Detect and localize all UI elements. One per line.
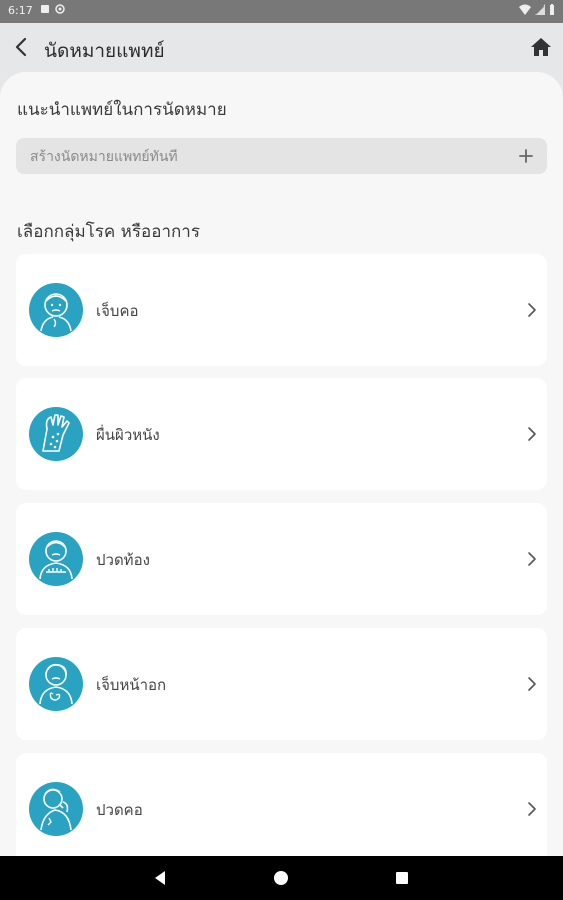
status-bar: 6:17 [0,0,563,23]
back-arrow-icon[interactable] [10,35,34,59]
symptom-label: ปวดท้อง [96,551,150,569]
wifi-icon [519,4,531,15]
symptom-item-chest-pain[interactable]: เจ็บหน้าอก [16,628,547,740]
chevron-right-icon [528,552,536,566]
symptom-item-skin-rash[interactable]: ผื่นผิวหนัง [16,378,547,490]
content-sheet: แนะนำแพทย์ในการนัดหมาย เลือกกลุ่มโรค หรื… [0,72,563,856]
plus-icon[interactable] [517,147,535,165]
create-appointment-field[interactable] [16,138,547,176]
sore-throat-icon [29,283,83,337]
status-system-icons [519,4,555,15]
symptom-item-stomach-ache[interactable]: ปวดท้อง [16,503,547,615]
nav-home-icon[interactable] [271,868,291,888]
symptom-label: ปวดคอ [96,801,143,819]
system-navigation-bar [0,856,563,900]
signal-icon [535,4,545,15]
chevron-right-icon [528,802,536,816]
notification-icon [41,5,49,13]
nav-recents-icon[interactable] [392,868,412,888]
sync-icon [55,4,65,14]
status-time: 6:17 [8,4,33,17]
nav-back-icon[interactable] [150,868,170,888]
chevron-right-icon [528,303,536,317]
app-bar: นัดหมายแพทย์ [0,23,563,73]
symptom-label: ผื่นผิวหนัง [96,426,160,444]
status-notification-icons [40,4,65,14]
battery-icon [550,4,554,15]
stomach-ache-icon [29,532,83,586]
create-appointment-input[interactable] [28,138,512,176]
symptom-label: เจ็บคอ [96,302,139,320]
home-icon[interactable] [529,35,553,59]
symptom-group-title: เลือกกลุ่มโรค หรืออาการ [17,222,200,242]
symptom-label: เจ็บหน้าอก [96,676,167,694]
neck-pain-icon [29,782,83,836]
chevron-right-icon [528,677,536,691]
page-title: นัดหมายแพทย์ [44,40,165,62]
recommend-title: แนะนำแพทย์ในการนัดหมาย [17,100,227,120]
chest-pain-icon [29,657,83,711]
symptom-item-sore-throat[interactable]: เจ็บคอ [16,254,547,366]
chevron-right-icon [528,427,536,441]
symptom-item-neck-pain[interactable]: ปวดคอ [16,753,547,856]
skin-rash-icon [29,407,83,461]
